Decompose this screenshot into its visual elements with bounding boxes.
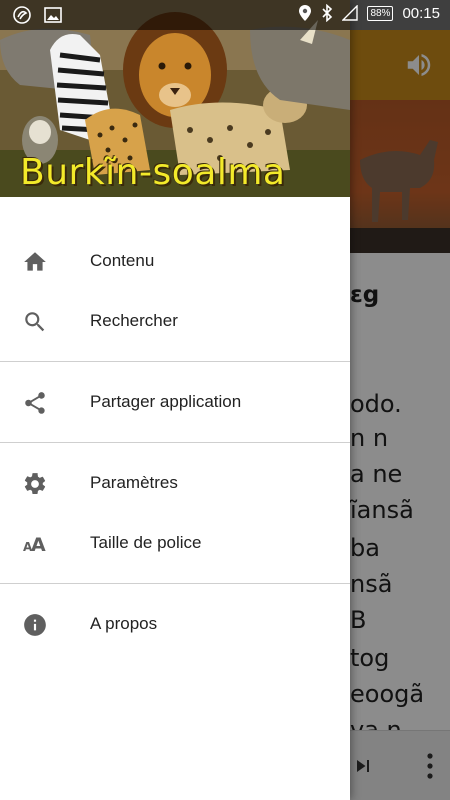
svg-text:A: A xyxy=(31,534,46,556)
navigation-drawer: Burkĩn-soalma Contenu Rechercher Partage… xyxy=(0,0,350,800)
home-icon xyxy=(24,252,46,271)
drawer-header-title: Burkĩn-soalma xyxy=(20,152,286,193)
menu-item-partager-application[interactable]: Partager application xyxy=(0,372,350,432)
menu-item-rechercher[interactable]: Rechercher xyxy=(0,291,350,351)
search-icon xyxy=(25,312,45,332)
menu-item-label: Partager application xyxy=(90,392,242,411)
signal-icon xyxy=(342,5,359,21)
menu-divider xyxy=(0,442,350,443)
menu-divider xyxy=(0,361,350,362)
battery-indicator: 88% xyxy=(367,5,394,21)
bluetooth-icon xyxy=(322,4,333,22)
drawer-menu: Contenu Rechercher Partager application … xyxy=(0,231,350,654)
menu-item-label: Taille de police xyxy=(90,533,202,552)
menu-item-label: A propos xyxy=(90,614,158,633)
location-icon xyxy=(299,5,312,21)
share-icon xyxy=(25,392,45,414)
menu-item-contenu[interactable]: Contenu xyxy=(0,231,350,291)
menu-item-parametres[interactable]: Paramètres xyxy=(0,453,350,513)
menu-item-label: Contenu xyxy=(90,251,155,270)
gear-icon xyxy=(24,473,46,494)
menu-divider xyxy=(0,583,350,584)
menu-item-a-propos[interactable]: A propos xyxy=(0,594,350,654)
menu-item-taille-de-police[interactable]: A A Taille de police xyxy=(0,513,350,573)
clock: 00:15 xyxy=(402,4,440,22)
menu-item-label: Rechercher xyxy=(90,311,178,330)
app-notification-icon xyxy=(13,6,31,24)
image-notification-icon xyxy=(44,7,62,23)
menu-item-label: Paramètres xyxy=(90,473,178,492)
status-bar: 88% 00:15 xyxy=(0,0,450,30)
info-icon xyxy=(24,614,46,636)
font-size-icon: A A xyxy=(23,534,46,556)
